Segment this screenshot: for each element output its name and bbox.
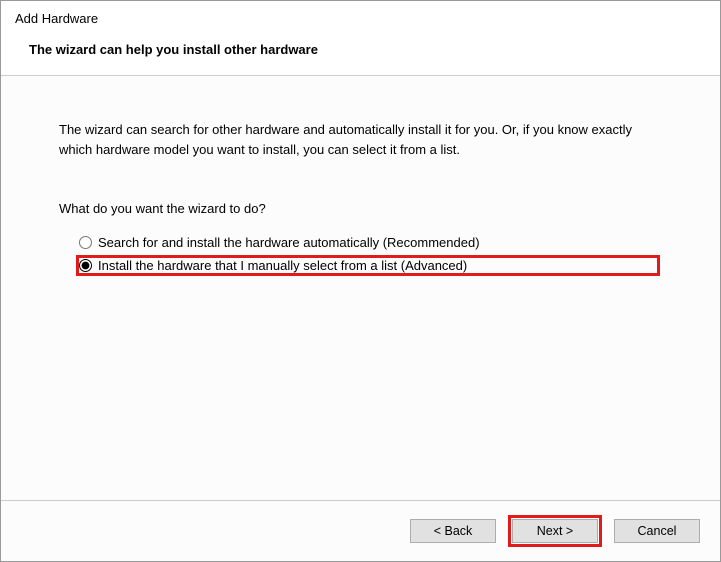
option-auto-search-label: Search for and install the hardware auto… xyxy=(98,235,480,250)
option-manual-select[interactable]: Install the hardware that I manually sel… xyxy=(76,255,660,276)
back-button-wrapper: < Back xyxy=(406,515,500,547)
wizard-question: What do you want the wizard to do? xyxy=(59,201,660,216)
wizard-footer: < Back Next > Cancel xyxy=(1,500,720,561)
wizard-content: The wizard can search for other hardware… xyxy=(1,76,720,500)
radio-auto-search[interactable] xyxy=(79,236,92,249)
next-button[interactable]: Next > xyxy=(512,519,598,543)
option-auto-search[interactable]: Search for and install the hardware auto… xyxy=(77,232,660,253)
cancel-button[interactable]: Cancel xyxy=(614,519,700,543)
wizard-header: Add Hardware The wizard can help you ins… xyxy=(1,1,720,76)
option-manual-select-label: Install the hardware that I manually sel… xyxy=(98,258,467,273)
back-button[interactable]: < Back xyxy=(410,519,496,543)
window-title: Add Hardware xyxy=(15,11,706,26)
wizard-subtitle: The wizard can help you install other ha… xyxy=(29,42,706,57)
add-hardware-window: Add Hardware The wizard can help you ins… xyxy=(0,0,721,562)
radio-manual-select[interactable] xyxy=(79,259,92,272)
next-button-wrapper: Next > xyxy=(508,515,602,547)
radio-options: Search for and install the hardware auto… xyxy=(59,232,660,276)
wizard-description: The wizard can search for other hardware… xyxy=(59,120,660,159)
cancel-button-wrapper: Cancel xyxy=(610,515,704,547)
